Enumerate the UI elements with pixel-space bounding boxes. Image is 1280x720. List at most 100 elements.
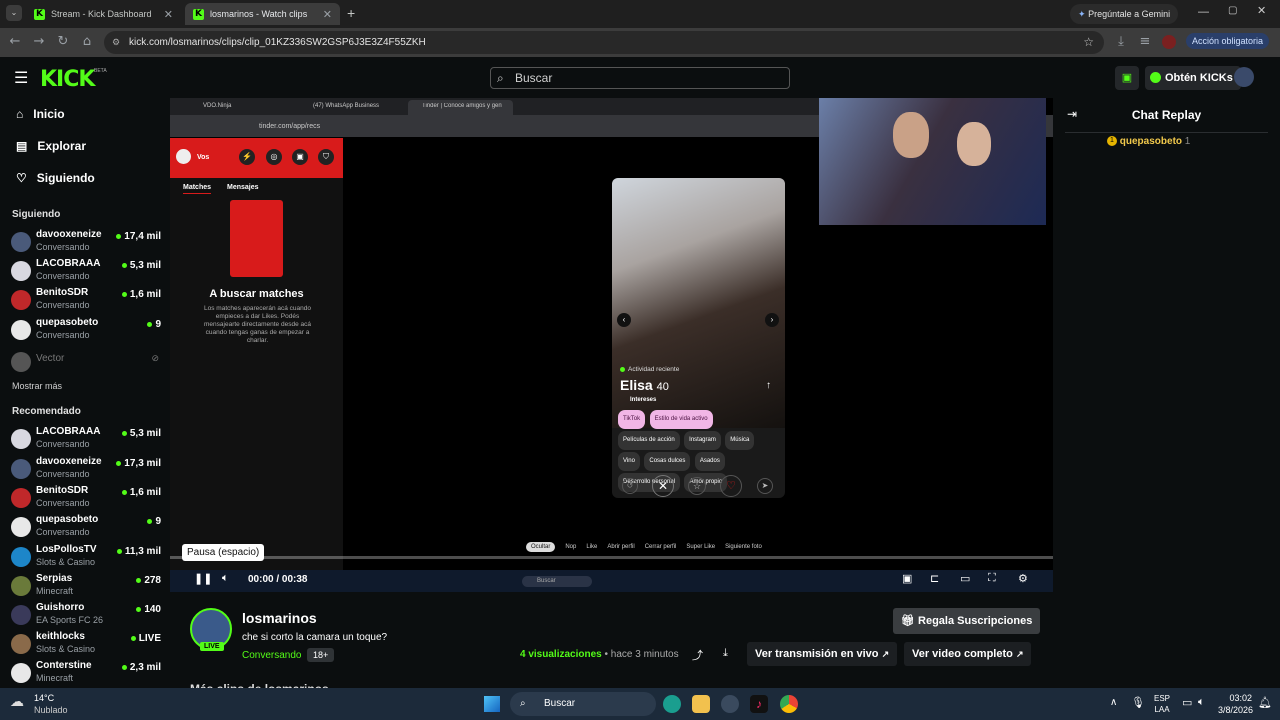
reload-icon[interactable]: ↻ xyxy=(54,34,72,49)
channel-category: Conversando xyxy=(36,469,90,479)
compass-icon: ▤ xyxy=(16,139,28,153)
volume-icon[interactable]: 🔈︎ xyxy=(222,572,229,585)
channel-category: Conversando xyxy=(36,242,90,252)
theater-mode-icon[interactable]: ▭ xyxy=(960,572,970,585)
viewer-count: LIVE xyxy=(130,633,161,644)
share-icon[interactable]: ⤴ xyxy=(692,647,703,663)
tiktok-icon[interactable]: ♪ xyxy=(750,695,768,713)
watch-live-button[interactable]: Ver transmisión en vivo ↗ xyxy=(747,642,898,666)
channel-item[interactable]: BenitoSDR Conversando 1,6 mil xyxy=(11,485,161,513)
captions-icon[interactable]: ⊏ xyxy=(930,572,939,585)
user-avatar[interactable] xyxy=(1234,67,1254,87)
tab-clip[interactable]: K losmarinos - Watch clips o ✕ xyxy=(185,3,340,25)
channel-item[interactable]: Guishorro EA Sports FC 26 140 xyxy=(11,602,161,630)
channel-item[interactable]: quepasobeto Conversando 9 xyxy=(11,317,161,345)
viewer-count: 5,3 mil xyxy=(121,428,161,439)
channel-item[interactable]: BenitoSDR Conversando 1,6 mil xyxy=(11,287,161,315)
channel-category: Conversando xyxy=(36,498,90,508)
channel-item[interactable]: quepasobeto Conversando 9 xyxy=(11,514,161,542)
clock[interactable]: 03:02 3/8/2026 xyxy=(1218,692,1253,716)
chat-username[interactable]: quepasobeto xyxy=(1120,136,1182,147)
close-tab-icon[interactable]: ✕ xyxy=(164,8,173,21)
back-icon[interactable]: ← xyxy=(6,34,24,49)
fullscreen-icon[interactable]: ⛶ xyxy=(988,572,996,585)
channel-item[interactable]: davooxeneize Conversando 17,3 mil xyxy=(11,456,161,484)
download-icon[interactable]: ⤓ xyxy=(723,647,728,660)
search-input[interactable]: ⌕ Buscar xyxy=(490,67,790,89)
forward-icon[interactable]: → xyxy=(30,34,48,49)
notification-icon[interactable]: 🔔︎ xyxy=(1258,696,1272,709)
new-tab-button[interactable]: + xyxy=(347,5,355,21)
kick-logo[interactable]: KICK xyxy=(40,67,95,92)
bookmark-star-icon[interactable]: ☆ xyxy=(1083,31,1094,54)
tray-chevron-icon[interactable]: ∧ xyxy=(1110,697,1117,708)
sidebar-item-explore[interactable]: ▤ Explorar xyxy=(16,139,86,153)
inner-url: tinder.com/app/recs xyxy=(259,123,321,130)
channel-item[interactable]: LACOBRAAA Conversando 5,3 mil xyxy=(11,426,161,454)
close-window-button[interactable]: ✕ xyxy=(1257,4,1266,17)
channel-category: Conversando xyxy=(36,527,90,537)
progress-track[interactable] xyxy=(170,556,1053,559)
tab-stream-dashboard[interactable]: K Stream - Kick Dashboard ✕ xyxy=(26,3,181,25)
pip-icon[interactable]: ▣ xyxy=(902,572,912,585)
start-icon[interactable] xyxy=(484,696,500,712)
channel-item[interactable]: Serpias Minecraft 278 xyxy=(11,573,161,601)
get-kicks-button[interactable]: Obtén KICKs xyxy=(1145,66,1241,90)
channel-category: Conversando xyxy=(36,271,90,281)
channel-name: BenitoSDR xyxy=(36,485,89,496)
url-field[interactable]: ⚙ kick.com/losmarinos/clips/clip_01KZ336… xyxy=(104,31,1104,54)
pause-button[interactable]: ❚❚ xyxy=(194,572,212,585)
photo-prev-icon: ‹ xyxy=(617,313,631,327)
hamburger-menu-icon[interactable]: ☰ xyxy=(14,68,28,88)
maximize-button[interactable]: ▢ xyxy=(1228,5,1237,16)
media-control-icon[interactable]: ≡ xyxy=(1136,34,1154,49)
channel-category: Minecraft xyxy=(36,673,74,683)
tinder-user-name: Vos xyxy=(197,154,210,161)
inner-tab: Tinder | Conocé amigos y gent xyxy=(422,103,502,109)
store-button[interactable]: ▣ xyxy=(1115,66,1139,90)
file-explorer-icon[interactable] xyxy=(692,695,710,713)
channel-category: Slots & Casino xyxy=(36,644,96,654)
channel-item-offline[interactable]: Vector ⊘ xyxy=(11,349,161,377)
show-more-link[interactable]: Mostrar más xyxy=(12,381,62,391)
channel-item[interactable]: Conterstine Minecraft 2,3 mil xyxy=(11,660,161,688)
channel-category: Conversando xyxy=(36,330,90,340)
taskbar-search[interactable]: ⌕ Buscar xyxy=(510,692,656,716)
home-icon[interactable]: ⌂ xyxy=(78,34,96,49)
close-tab-icon[interactable]: ✕ xyxy=(323,8,332,21)
chat-count: 1 xyxy=(1184,136,1191,147)
language-indicator[interactable]: ESP LAA xyxy=(1154,693,1170,715)
download-icon[interactable]: ⤓ xyxy=(1112,34,1130,49)
category-link[interactable]: Conversando xyxy=(242,650,301,661)
site-info-icon[interactable]: ⚙ xyxy=(112,31,120,54)
interest-tag: Vino xyxy=(618,452,640,471)
channel-item[interactable]: LosPollosTV Slots & Casino 11,3 mil xyxy=(11,544,161,572)
video-player[interactable]: VDO.Ninja (47) WhatsApp Business Tinder … xyxy=(170,98,1053,592)
channel-item[interactable]: LACOBRAAA Conversando 5,3 mil xyxy=(11,258,161,286)
tab-list-icon[interactable]: ⌄ xyxy=(6,5,22,21)
watch-full-button[interactable]: Ver video completo ↗ xyxy=(904,642,1032,666)
minimize-button[interactable]: — xyxy=(1198,6,1209,18)
channel-item[interactable]: davooxeneize Conversando 17,4 mil xyxy=(11,229,161,257)
volume-tray-icon[interactable]: 🔈︎ xyxy=(1198,696,1205,709)
action-required-button[interactable]: Acción obligatoria xyxy=(1186,33,1270,49)
channel-name[interactable]: losmarinos xyxy=(242,610,317,626)
profile-avatar[interactable] xyxy=(1162,35,1176,49)
tinder-header xyxy=(170,138,343,178)
gift-subs-button[interactable]: 🎁︎ Regala Suscripciones xyxy=(893,608,1041,634)
chrome-icon[interactable] xyxy=(780,695,798,713)
sidebar-item-home[interactable]: ⌂ Inicio xyxy=(16,107,65,121)
channel-name: keithlocks xyxy=(36,631,85,642)
gemini-button[interactable]: ✦ Pregúntale a Gemini xyxy=(1070,4,1179,24)
sidebar-item-following[interactable]: ♡ Siguiendo xyxy=(16,171,95,185)
avatar xyxy=(11,320,31,340)
settings-gear-icon[interactable]: ⚙ xyxy=(1018,572,1028,585)
edge-icon[interactable] xyxy=(663,695,681,713)
hint-nope: Nop xyxy=(565,544,577,550)
channel-item[interactable]: keithlocks Slots & Casino LIVE xyxy=(11,631,161,659)
network-icon[interactable]: ▭ xyxy=(1182,696,1192,709)
tab-title: losmarinos - Watch clips o xyxy=(210,9,310,19)
channel-name: davooxeneize xyxy=(36,456,102,467)
steam-icon[interactable] xyxy=(721,695,739,713)
mic-icon[interactable]: 🎙︎ xyxy=(1131,696,1145,709)
